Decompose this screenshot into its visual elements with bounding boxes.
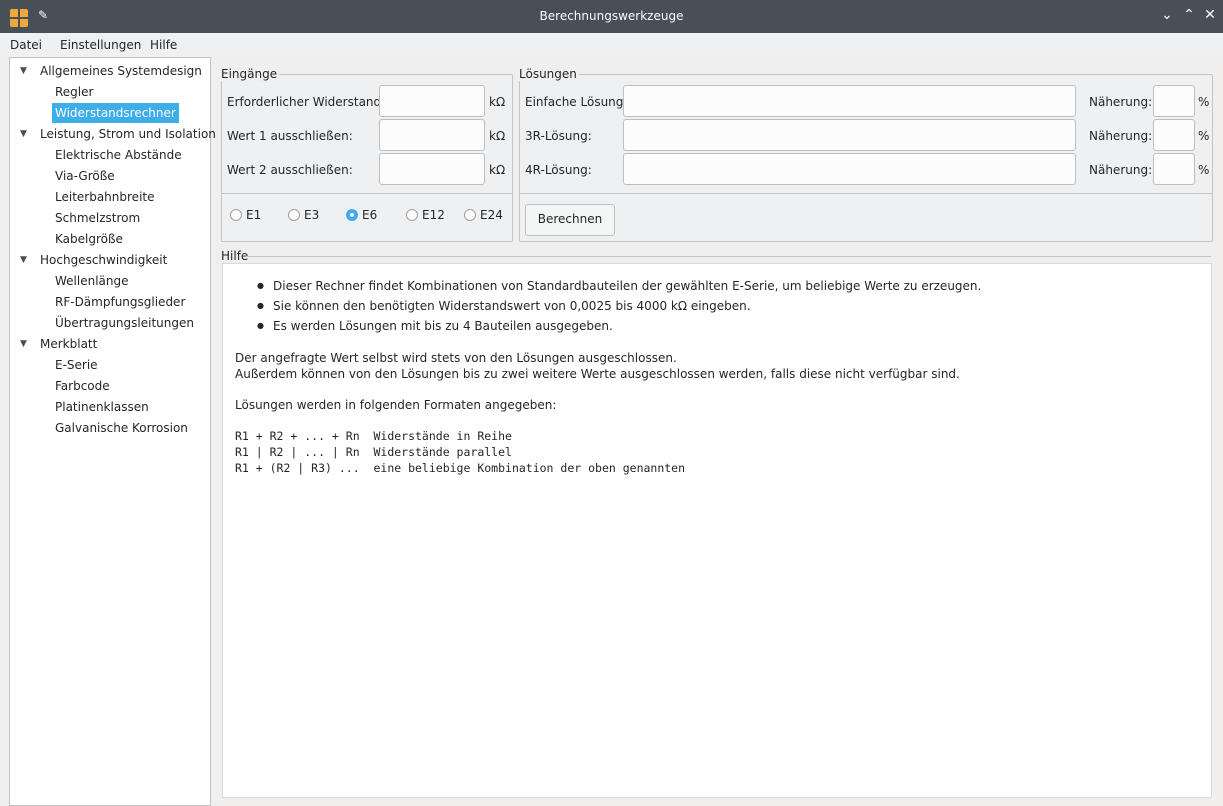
menu-hilfe[interactable]: Hilfe bbox=[150, 38, 177, 52]
menu-einstellungen[interactable]: Einstellungen bbox=[60, 38, 141, 52]
tree-group-hochgeschwindigkeit[interactable]: ▼ Hochgeschwindigkeit bbox=[10, 250, 210, 270]
radio-e3[interactable] bbox=[288, 209, 300, 221]
tree-group-merkblatt[interactable]: ▼ Merkblatt bbox=[10, 334, 210, 354]
menu-bar: Datei Einstellungen Hilfe bbox=[0, 33, 1223, 57]
radio-e6[interactable] bbox=[346, 209, 358, 221]
simple-approx-label: Näherung: bbox=[1089, 95, 1153, 109]
inputs-group: Eingänge Erforderlicher Widerstand: kΩ W… bbox=[221, 67, 513, 242]
help-paragraph-line: Außerdem können von den Lösungen bis zu … bbox=[235, 367, 960, 381]
help-bullet: Sie können den benötigten Widerstandswer… bbox=[257, 296, 981, 316]
3r-approx-output[interactable] bbox=[1153, 119, 1195, 151]
help-panel: Dieser Rechner findet Kombinationen von … bbox=[222, 263, 1212, 798]
close-icon[interactable]: ✕ bbox=[1201, 7, 1219, 23]
3r-solution-output[interactable] bbox=[623, 119, 1076, 151]
radio-e24-label: E24 bbox=[480, 208, 503, 222]
simple-solution-output[interactable] bbox=[623, 85, 1076, 117]
help-format-line: R1 + (R2 | R3) ... eine beliebige Kombin… bbox=[235, 461, 686, 475]
exclude-value-1-label: Wert 1 ausschließen: bbox=[227, 129, 353, 143]
radio-e24[interactable] bbox=[464, 209, 476, 221]
navigation-tree: ▼ Allgemeines Systemdesign Regler Widers… bbox=[9, 57, 216, 806]
exclude-value-1-input[interactable] bbox=[379, 119, 485, 151]
4r-percent-label: % bbox=[1198, 163, 1210, 177]
solutions-separator bbox=[520, 193, 1212, 194]
radio-e1[interactable] bbox=[230, 209, 242, 221]
solutions-group: Lösungen Einfache Lösung: Näherung: % 3R… bbox=[519, 67, 1213, 242]
4r-solution-label: 4R-Lösung: bbox=[525, 163, 592, 177]
expand-arrow-icon[interactable]: ▼ bbox=[20, 334, 27, 354]
exclude-1-unit-label: kΩ bbox=[489, 129, 506, 143]
4r-solution-output[interactable] bbox=[623, 153, 1076, 185]
expand-arrow-icon[interactable]: ▼ bbox=[20, 61, 27, 81]
inputs-separator bbox=[222, 193, 512, 194]
exclude-value-2-input[interactable] bbox=[379, 153, 485, 185]
exclude-value-2-label: Wert 2 ausschließen: bbox=[227, 163, 353, 177]
help-paragraph-line: Der angefragte Wert selbst wird stets vo… bbox=[235, 351, 677, 365]
radio-e12[interactable] bbox=[406, 209, 418, 221]
radio-e3-label: E3 bbox=[304, 208, 320, 222]
title-bar: ✎ Berechnungswerkzeuge ⌄ ⌃ ✕ bbox=[0, 0, 1223, 33]
help-paragraph-formats: Lösungen werden in folgenden Formaten an… bbox=[235, 398, 557, 412]
solutions-group-title: Lösungen bbox=[519, 67, 579, 81]
3r-approx-label: Näherung: bbox=[1089, 129, 1153, 143]
required-unit-label: kΩ bbox=[489, 95, 506, 109]
exclude-2-unit-label: kΩ bbox=[489, 163, 506, 177]
radio-e6-label: E6 bbox=[362, 208, 378, 222]
expand-arrow-icon[interactable]: ▼ bbox=[20, 124, 27, 144]
menu-datei[interactable]: Datei bbox=[10, 38, 42, 52]
help-bullet: Dieser Rechner findet Kombinationen von … bbox=[257, 276, 981, 296]
tree-group-leistung[interactable]: ▼ Leistung, Strom und Isolation bbox=[10, 124, 216, 144]
radio-e1-label: E1 bbox=[246, 208, 262, 222]
minimize-icon[interactable]: ⌄ bbox=[1158, 7, 1176, 23]
radio-e12-label: E12 bbox=[422, 208, 445, 222]
help-bullet: Es werden Lösungen mit bis zu 4 Bauteile… bbox=[257, 316, 981, 336]
4r-approx-output[interactable] bbox=[1153, 153, 1195, 185]
maximize-icon[interactable]: ⌃ bbox=[1180, 7, 1198, 23]
4r-approx-label: Näherung: bbox=[1089, 163, 1153, 177]
help-section-title: Hilfe bbox=[221, 249, 249, 263]
help-title-line bbox=[246, 256, 1211, 257]
simple-approx-output[interactable] bbox=[1153, 85, 1195, 117]
3r-percent-label: % bbox=[1198, 129, 1210, 143]
tree-group-allgemeines-systemdesign[interactable]: ▼ Allgemeines Systemdesign bbox=[10, 61, 210, 81]
required-resistance-label: Erforderlicher Widerstand: bbox=[227, 95, 386, 109]
expand-arrow-icon[interactable]: ▼ bbox=[20, 250, 27, 270]
3r-solution-label: 3R-Lösung: bbox=[525, 129, 592, 143]
calculate-button[interactable]: Berechnen bbox=[525, 204, 615, 236]
simple-solution-label: Einfache Lösung: bbox=[525, 95, 628, 109]
window-title: Berechnungswerkzeuge bbox=[539, 9, 684, 23]
required-resistance-input[interactable] bbox=[379, 85, 485, 117]
help-bullet-list: Dieser Rechner findet Kombinationen von … bbox=[257, 276, 981, 336]
inputs-group-title: Eingänge bbox=[221, 67, 280, 81]
help-format-line: R1 | R2 | ... | Rn Widerstände parallel bbox=[235, 445, 512, 459]
simple-percent-label: % bbox=[1198, 95, 1210, 109]
help-format-line: R1 + R2 + ... + Rn Widerstände in Reihe bbox=[235, 429, 512, 443]
